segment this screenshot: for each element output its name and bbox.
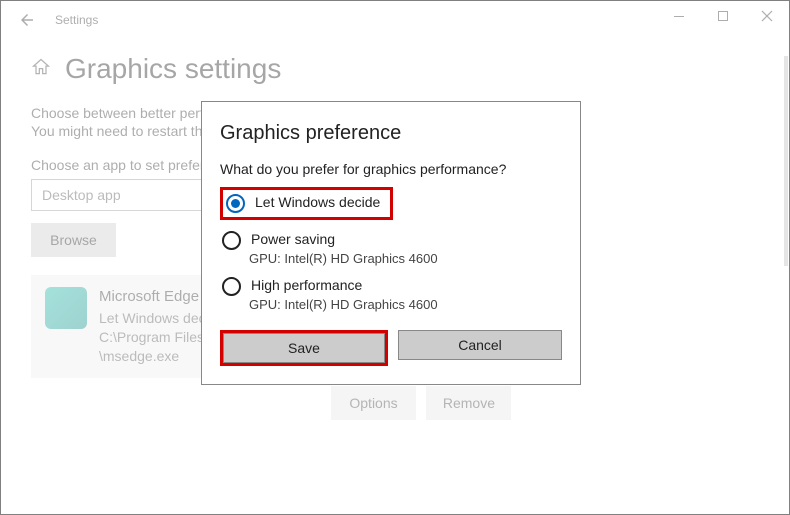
radio-let-windows-decide[interactable]: Let Windows decide (224, 191, 382, 216)
save-button[interactable]: Save (223, 333, 385, 363)
radio-sub-power-saving: GPU: Intel(R) HD Graphics 4600 (249, 251, 562, 266)
radio-icon-selected (226, 194, 245, 213)
cancel-button[interactable]: Cancel (398, 330, 562, 360)
radio-icon (222, 231, 241, 250)
radio-sub-high-performance: GPU: Intel(R) HD Graphics 4600 (249, 297, 562, 312)
radio-icon (222, 277, 241, 296)
highlight-let-windows-decide: Let Windows decide (220, 187, 393, 220)
radio-label-3: High performance (251, 277, 362, 293)
dialog-title: Graphics preference (220, 122, 562, 145)
radio-label-1: Let Windows decide (255, 194, 380, 210)
graphics-preference-dialog: Graphics preference What do you prefer f… (201, 101, 581, 385)
highlight-save-button: Save (220, 330, 388, 366)
radio-high-performance[interactable]: High performance (220, 274, 562, 299)
radio-power-saving[interactable]: Power saving (220, 228, 562, 253)
radio-label-2: Power saving (251, 231, 335, 247)
dialog-question: What do you prefer for graphics performa… (220, 161, 562, 177)
